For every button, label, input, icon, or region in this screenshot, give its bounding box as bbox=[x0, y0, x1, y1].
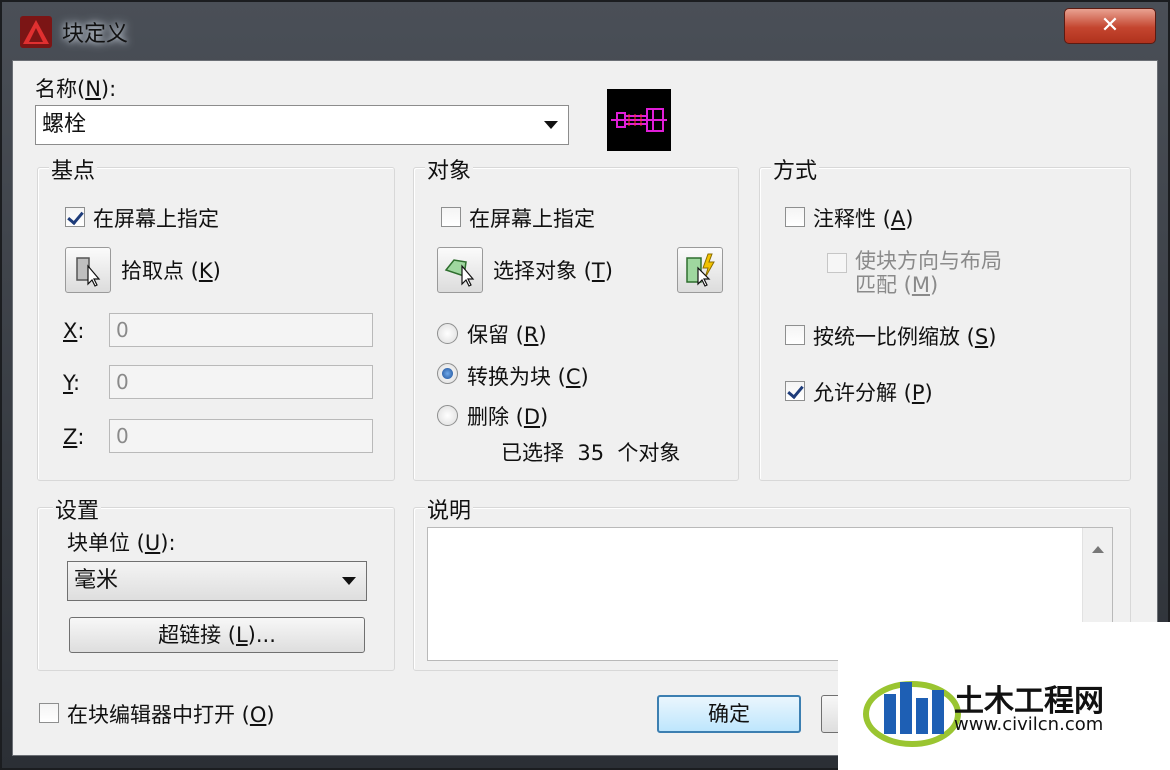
block-unit-label: 块单位 (U): bbox=[67, 531, 176, 555]
select-objects-icon bbox=[444, 259, 475, 287]
y-input[interactable]: 0 bbox=[109, 365, 373, 399]
objects-specify-checkbox[interactable] bbox=[441, 207, 461, 227]
pick-point-button[interactable] bbox=[65, 247, 111, 293]
pick-point-icon bbox=[76, 257, 101, 287]
objects-title: 对象 bbox=[425, 153, 474, 185]
chevron-down-icon[interactable] bbox=[544, 121, 558, 129]
open-in-editor-label: 在块编辑器中打开 (O) bbox=[67, 703, 275, 727]
behavior-title: 方式 bbox=[771, 153, 820, 185]
pick-point-label: 拾取点 (K) bbox=[121, 259, 221, 283]
ok-button[interactable]: 确定 bbox=[657, 695, 801, 733]
retain-radio[interactable] bbox=[437, 323, 458, 344]
bolt-preview-icon bbox=[611, 108, 667, 132]
hyperlink-button[interactable]: 超链接 (L)... bbox=[69, 617, 365, 653]
quick-select-icon bbox=[686, 253, 715, 287]
close-button[interactable]: ✕ bbox=[1064, 8, 1156, 44]
block-preview bbox=[607, 89, 671, 151]
block-definition-dialog: 块定义 ✕ 名称(N): 螺栓 基点 在屏幕上指定 拾取点 (K) X: 0 Y… bbox=[0, 0, 1170, 770]
scroll-up-icon[interactable] bbox=[1092, 546, 1104, 553]
selected-count-text: 已选择 35 个对象 bbox=[501, 441, 681, 465]
chevron-down-icon[interactable] bbox=[342, 577, 356, 585]
z-label: Z: bbox=[63, 425, 85, 449]
match-orientation-checkbox[interactable] bbox=[827, 253, 847, 273]
quick-select-button[interactable] bbox=[677, 247, 723, 293]
x-label: X: bbox=[63, 319, 85, 343]
convert-to-block-radio[interactable] bbox=[437, 363, 458, 384]
annotative-label: 注释性 (A) bbox=[813, 207, 914, 231]
convert-to-block-label: 转换为块 (C) bbox=[467, 365, 589, 389]
y-label: Y: bbox=[63, 371, 81, 395]
scale-uniformly-label: 按统一比例缩放 (S) bbox=[813, 325, 997, 349]
watermark: 土木工程网 www.civilcn.com bbox=[838, 622, 1170, 770]
window-title: 块定义 bbox=[62, 22, 129, 47]
watermark-url: www.civilcn.com bbox=[954, 714, 1104, 735]
base-point-title: 基点 bbox=[49, 153, 98, 185]
hyperlink-label: 超链接 (L)... bbox=[158, 623, 276, 647]
name-value: 螺栓 bbox=[42, 112, 87, 137]
name-label: 名称(N): bbox=[35, 77, 117, 101]
select-objects-button[interactable] bbox=[437, 247, 483, 293]
z-input[interactable]: 0 bbox=[109, 419, 373, 453]
match-orientation-label: 使块方向与布局 匹配 (M) bbox=[855, 249, 1002, 297]
objects-specify-label: 在屏幕上指定 bbox=[469, 207, 595, 231]
autocad-logo-icon bbox=[20, 16, 52, 48]
open-in-editor-checkbox[interactable] bbox=[39, 703, 59, 723]
block-unit-value: 毫米 bbox=[74, 568, 119, 593]
name-combobox[interactable]: 螺栓 bbox=[35, 105, 569, 145]
delete-radio[interactable] bbox=[437, 405, 458, 426]
settings-title: 设置 bbox=[53, 493, 102, 525]
scale-uniformly-checkbox[interactable] bbox=[785, 325, 805, 345]
block-unit-dropdown[interactable]: 毫米 bbox=[67, 561, 367, 601]
base-point-specify-checkbox[interactable] bbox=[65, 207, 85, 227]
retain-label: 保留 (R) bbox=[467, 323, 547, 347]
allow-explode-label: 允许分解 (P) bbox=[813, 381, 933, 405]
delete-label: 删除 (D) bbox=[467, 405, 549, 429]
annotative-checkbox[interactable] bbox=[785, 207, 805, 227]
select-objects-label: 选择对象 (T) bbox=[493, 259, 613, 283]
description-title: 说明 bbox=[425, 493, 474, 525]
x-input[interactable]: 0 bbox=[109, 313, 373, 347]
allow-explode-checkbox[interactable] bbox=[785, 381, 805, 401]
close-icon: ✕ bbox=[1100, 13, 1120, 38]
title-bar[interactable]: 块定义 ✕ bbox=[2, 2, 1168, 60]
base-point-specify-label: 在屏幕上指定 bbox=[93, 207, 219, 231]
